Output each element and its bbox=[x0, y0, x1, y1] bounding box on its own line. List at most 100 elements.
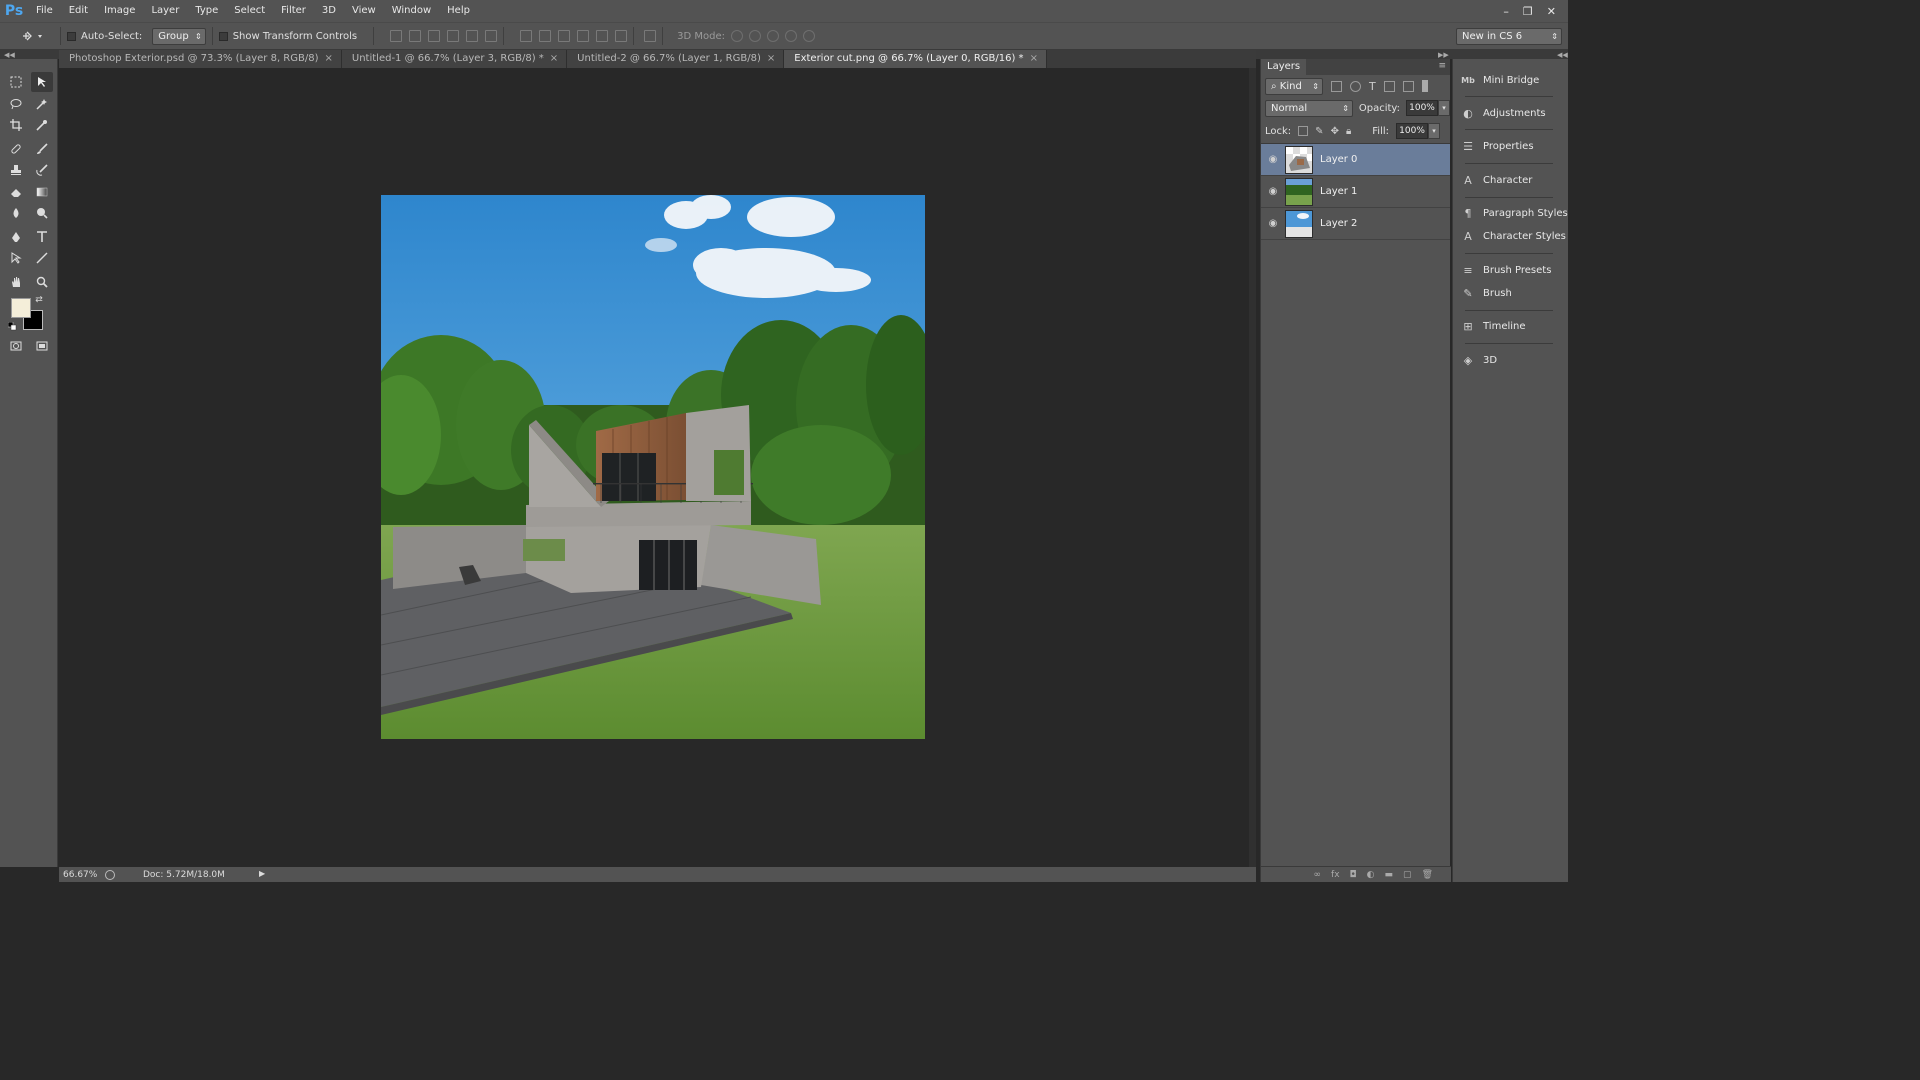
folder-icon[interactable]: ▬ bbox=[1385, 870, 1394, 880]
marquee-tool-icon[interactable] bbox=[5, 72, 27, 92]
dock-paragraph-styles[interactable]: ¶ Paragraph Styles bbox=[1453, 202, 1569, 224]
menu-layer[interactable]: Layer bbox=[143, 0, 187, 22]
align-bottom-icon[interactable] bbox=[428, 30, 441, 42]
hand-tool-icon[interactable] bbox=[5, 272, 27, 292]
dock-3d[interactable]: ◈ 3D bbox=[1453, 349, 1569, 371]
move-tool-icon[interactable] bbox=[31, 72, 53, 92]
visibility-eye-icon[interactable]: ◉ bbox=[1261, 154, 1285, 165]
menu-help[interactable]: Help bbox=[439, 0, 478, 22]
align-left-icon[interactable] bbox=[447, 30, 460, 42]
opacity-slider-arrow-icon[interactable]: ▾ bbox=[1438, 100, 1450, 116]
dock-adjustments[interactable]: ◐ Adjustments bbox=[1453, 102, 1569, 124]
menu-3d[interactable]: 3D bbox=[314, 0, 344, 22]
menu-filter[interactable]: Filter bbox=[273, 0, 314, 22]
lasso-tool-icon[interactable] bbox=[5, 94, 27, 114]
lock-all-icon[interactable]: 🔒︎ bbox=[1346, 126, 1351, 137]
layer-name[interactable]: Layer 1 bbox=[1320, 186, 1357, 197]
close-icon[interactable]: × bbox=[1030, 50, 1038, 68]
smart-object-filter-icon[interactable] bbox=[1402, 80, 1414, 92]
new-layer-icon[interactable]: ▢ bbox=[1403, 870, 1412, 880]
tab-exterior-cut[interactable]: Exterior cut.png @ 66.7% (Layer 0, RGB/1… bbox=[784, 50, 1047, 68]
panel-menu-icon[interactable]: ≡ bbox=[1438, 61, 1446, 71]
3d-roll-icon[interactable] bbox=[749, 30, 761, 42]
type-filter-icon[interactable]: T bbox=[1369, 80, 1376, 93]
opacity-field[interactable]: 100% bbox=[1406, 100, 1438, 116]
swap-colors-icon[interactable]: ⇄ bbox=[33, 294, 45, 306]
menu-select[interactable]: Select bbox=[226, 0, 273, 22]
dock-properties[interactable]: ☰ Properties bbox=[1453, 135, 1569, 157]
auto-select-dropdown[interactable]: Group bbox=[152, 27, 206, 45]
foreground-color-swatch[interactable] bbox=[11, 298, 31, 318]
house-exterior-image[interactable] bbox=[381, 195, 925, 739]
crop-tool-icon[interactable] bbox=[5, 115, 27, 135]
trash-icon[interactable]: 🗑︎ bbox=[1422, 870, 1433, 880]
checkbox-box[interactable] bbox=[218, 31, 228, 41]
quick-mask-icon[interactable] bbox=[5, 336, 27, 356]
show-transform-checkbox[interactable]: Show Transform Controls bbox=[218, 31, 357, 42]
restore-icon[interactable]: ❐ bbox=[1523, 5, 1533, 18]
kind-filter-dropdown[interactable]: ⌕ Kind bbox=[1265, 77, 1323, 95]
tab-untitled-2[interactable]: Untitled-2 @ 66.7% (Layer 1, RGB/8) × bbox=[567, 50, 785, 68]
tool-preset-picker[interactable] bbox=[10, 25, 54, 47]
tab-photoshop-exterior[interactable]: Photoshop Exterior.psd @ 73.3% (Layer 8,… bbox=[59, 50, 342, 68]
gradient-tool-icon[interactable] bbox=[31, 182, 53, 202]
document-canvas[interactable] bbox=[381, 195, 925, 739]
dock-timeline[interactable]: ⊞ Timeline bbox=[1453, 315, 1569, 337]
distribute-right-icon[interactable] bbox=[615, 30, 628, 42]
menu-window[interactable]: Window bbox=[384, 0, 439, 22]
dodge-tool-icon[interactable] bbox=[31, 203, 53, 223]
path-selection-tool-icon[interactable] bbox=[5, 248, 27, 268]
canvas-area[interactable] bbox=[59, 68, 1249, 867]
menu-image[interactable]: Image bbox=[96, 0, 143, 22]
shape-filter-icon[interactable] bbox=[1383, 80, 1395, 92]
brush-tool-icon[interactable] bbox=[31, 139, 53, 159]
distribute-bottom-icon[interactable] bbox=[558, 30, 571, 42]
distribute-hcenter-icon[interactable] bbox=[596, 30, 609, 42]
collapse-dock-icon[interactable]: ◀◀ bbox=[1557, 51, 1568, 59]
magic-wand-tool-icon[interactable] bbox=[31, 94, 53, 114]
align-vcenter-icon[interactable] bbox=[409, 30, 422, 42]
align-hcenter-icon[interactable] bbox=[466, 30, 479, 42]
dock-brush-presets[interactable]: ≡ Brush Presets bbox=[1453, 259, 1569, 281]
auto-align-icon[interactable] bbox=[644, 30, 657, 42]
close-icon[interactable]: × bbox=[767, 50, 775, 68]
fill-slider-arrow-icon[interactable]: ▾ bbox=[1428, 123, 1441, 139]
adjustment-icon[interactable]: ◐ bbox=[1367, 870, 1375, 880]
line-tool-icon[interactable] bbox=[31, 248, 53, 268]
mask-icon[interactable]: ◘ bbox=[1350, 870, 1357, 880]
pen-tool-icon[interactable] bbox=[5, 227, 27, 247]
dock-brush[interactable]: ✎ Brush bbox=[1453, 282, 1569, 304]
menu-file[interactable]: File bbox=[28, 0, 61, 22]
distribute-left-icon[interactable] bbox=[577, 30, 590, 42]
menu-view[interactable]: View bbox=[344, 0, 384, 22]
layer-name[interactable]: Layer 0 bbox=[1320, 154, 1357, 165]
auto-select-checkbox[interactable]: Auto-Select: bbox=[67, 31, 142, 42]
fill-field[interactable]: 100% bbox=[1396, 123, 1429, 139]
clone-stamp-tool-icon[interactable] bbox=[5, 160, 27, 180]
status-info-icon[interactable] bbox=[105, 869, 115, 880]
status-menu-arrow-icon[interactable]: ▶ bbox=[259, 869, 265, 878]
visibility-eye-icon[interactable]: ◉ bbox=[1261, 186, 1285, 197]
align-right-icon[interactable] bbox=[485, 30, 498, 42]
blend-mode-dropdown[interactable]: Normal bbox=[1265, 99, 1353, 117]
layer-row-1[interactable]: ◉ Layer 1 bbox=[1261, 176, 1450, 208]
lock-position-icon[interactable]: ✥ bbox=[1331, 126, 1339, 137]
adjustment-filter-icon[interactable] bbox=[1350, 80, 1361, 92]
dock-mini-bridge[interactable]: Mb Mini Bridge bbox=[1453, 69, 1569, 91]
align-top-icon[interactable] bbox=[390, 30, 403, 42]
lock-transparent-icon[interactable] bbox=[1298, 126, 1309, 136]
dock-character[interactable]: A Character bbox=[1453, 169, 1569, 191]
menu-type[interactable]: Type bbox=[187, 0, 226, 22]
zoom-tool-icon[interactable] bbox=[31, 272, 53, 292]
distribute-top-icon[interactable] bbox=[520, 30, 533, 42]
close-icon[interactable]: × bbox=[325, 50, 333, 68]
filter-toggle-icon[interactable] bbox=[1421, 80, 1428, 92]
layer-row-0[interactable]: ◉ Layer 0 bbox=[1261, 144, 1450, 176]
eyedropper-tool-icon[interactable] bbox=[31, 115, 53, 135]
close-icon[interactable]: × bbox=[550, 50, 558, 68]
close-icon[interactable]: ✕ bbox=[1547, 5, 1556, 18]
blur-tool-icon[interactable] bbox=[5, 203, 27, 223]
type-tool-icon[interactable] bbox=[31, 227, 53, 247]
checkbox-box[interactable] bbox=[67, 31, 76, 41]
minimize-icon[interactable]: – bbox=[1503, 5, 1509, 18]
